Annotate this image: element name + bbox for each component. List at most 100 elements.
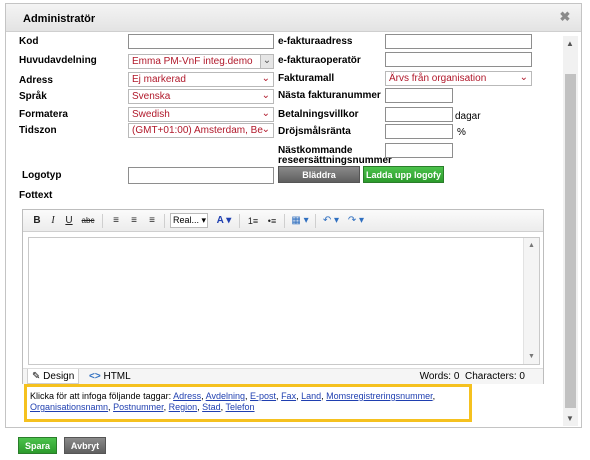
close-icon[interactable]: ✖: [558, 10, 572, 24]
cancel-button[interactable]: Avbryt: [64, 437, 106, 454]
timezone-select[interactable]: (GMT+01:00) Amsterdam, Be ⌄: [128, 123, 274, 138]
dialog-title: Administratör: [23, 13, 96, 25]
ordered-list-button[interactable]: 1≡: [245, 214, 261, 228]
bold-button[interactable]: B: [31, 214, 43, 228]
dialog-scrollbar[interactable]: ▲ ▼: [563, 36, 578, 426]
dialog-content: Kod Huvudavdelning Emma PM-VnF integ.dem…: [6, 33, 581, 428]
editor-mode-bar: ✎ Design <> HTML Words: 0 Characters: 0: [23, 368, 543, 384]
upload-logo-button[interactable]: Ladda upp logofy: [363, 166, 444, 183]
next-travel-number-input[interactable]: [385, 143, 453, 158]
scrollbar-thumb[interactable]: [565, 74, 576, 408]
tag-link-adress[interactable]: Adress: [173, 391, 201, 401]
format-select[interactable]: Swedish ⌄: [128, 107, 274, 122]
einvoice-address-input[interactable]: [385, 34, 532, 49]
browse-button[interactable]: Bläddra: [278, 166, 360, 183]
next-travel-number-label-line2: reseersättningsnummer: [278, 155, 392, 166]
tag-link-stad[interactable]: Stad: [202, 402, 221, 412]
main-department-select[interactable]: Emma PM-VnF integ.demo ⌄: [128, 54, 274, 69]
invoice-template-select[interactable]: Ärvs från organisation ⌄: [385, 71, 532, 86]
editor-toolbar: B I U abc ≡ ≡ ≡ Real... ▾ A ▾ 1≡ •≡ ▦ ▾ …: [23, 210, 543, 232]
undo-icon: ↶: [322, 215, 332, 226]
design-mode-tab[interactable]: ✎ Design: [27, 369, 80, 384]
word-count: Words: 0: [419, 371, 460, 382]
tag-link-telefon[interactable]: Telefon: [226, 402, 255, 412]
payment-terms-label: Betalningsvillkor: [278, 109, 359, 120]
payment-terms-input[interactable]: [385, 107, 453, 122]
scroll-up-icon[interactable]: ▲: [528, 242, 535, 249]
align-right-button[interactable]: ≡: [145, 214, 159, 228]
late-interest-label: Dröjsmålsränta: [278, 126, 351, 137]
html-mode-tab[interactable]: <> HTML: [89, 369, 131, 384]
code-input[interactable]: [128, 34, 274, 49]
address-value: Ej markerad: [132, 74, 186, 85]
invoice-template-value: Ärvs från organisation: [389, 73, 487, 84]
payment-terms-unit: dagar: [455, 111, 481, 122]
chevron-down-icon: ⌄: [261, 124, 270, 135]
italic-button[interactable]: I: [47, 214, 59, 228]
save-button[interactable]: Spara: [18, 437, 57, 454]
editor-counts: Words: 0 Characters: 0: [420, 369, 525, 384]
rich-text-editor: B I U abc ≡ ≡ ≡ Real... ▾ A ▾ 1≡ •≡ ▦ ▾ …: [22, 209, 544, 384]
tag-link-postnummer[interactable]: Postnummer: [113, 402, 164, 412]
tag-link-land[interactable]: Land: [301, 391, 321, 401]
strikethrough-button[interactable]: abc: [79, 214, 97, 228]
underline-button[interactable]: U: [63, 214, 75, 228]
redo-button[interactable]: ↷ ▾: [345, 214, 367, 228]
language-value: Svenska: [132, 91, 171, 102]
font-select-value: Real...: [173, 215, 200, 225]
tag-link-momsregistreringsnummer[interactable]: Momsregistreringsnummer: [326, 391, 433, 401]
chevron-down-icon: ⌄: [261, 73, 270, 84]
unordered-list-button[interactable]: •≡: [264, 214, 280, 228]
editor-content-area[interactable]: ▲ ▼: [28, 237, 540, 365]
align-center-button[interactable]: ≡: [127, 214, 141, 228]
font-select[interactable]: Real... ▾: [170, 213, 208, 228]
scroll-down-icon[interactable]: ▼: [528, 353, 535, 360]
character-count: Characters: 0: [464, 371, 525, 382]
insert-table-button[interactable]: ▦ ▾: [289, 214, 311, 228]
align-left-button[interactable]: ≡: [109, 214, 123, 228]
next-invoice-number-label: Nästa fakturanummer: [278, 90, 381, 101]
toolbar-separator: [239, 214, 240, 228]
font-color-button[interactable]: A ▾: [213, 214, 235, 228]
tag-link-region[interactable]: Region: [169, 402, 198, 412]
timezone-label: Tidszon: [19, 125, 57, 136]
font-color-icon: A: [216, 215, 224, 226]
toolbar-separator: [164, 214, 165, 228]
language-select[interactable]: Svenska ⌄: [128, 89, 274, 104]
chevron-down-icon: ⌄: [261, 90, 270, 101]
administrator-dialog: Administratör ✖ Kod Huvudavdelning Emma …: [5, 3, 582, 428]
next-invoice-number-input[interactable]: [385, 88, 453, 103]
redo-icon: ↷: [347, 215, 357, 226]
toolbar-separator: [102, 214, 103, 228]
toolbar-separator: [315, 214, 316, 228]
chevron-down-icon: ⌄: [519, 72, 528, 83]
footer-text-label: Fottext: [19, 190, 53, 201]
dialog-titlebar: Administratör ✖: [6, 4, 581, 32]
editor-scrollbar[interactable]: ▲ ▼: [523, 238, 539, 364]
language-label: Språk: [19, 91, 47, 102]
logo-file-input[interactable]: [128, 167, 274, 184]
einvoice-operator-input[interactable]: [385, 52, 532, 67]
tags-intro: Klicka för att infoga följande taggar:: [30, 391, 172, 401]
tag-link-avdelning[interactable]: Avdelning: [206, 391, 245, 401]
code-label: Kod: [19, 36, 39, 47]
tag-link-fax[interactable]: Fax: [281, 391, 296, 401]
logo-label: Logotyp: [22, 170, 62, 181]
scroll-up-icon[interactable]: ▲: [566, 39, 574, 48]
undo-button[interactable]: ↶ ▾: [320, 214, 342, 228]
invoice-template-label: Fakturamall: [278, 73, 335, 84]
address-select[interactable]: Ej markerad ⌄: [128, 72, 274, 87]
toolbar-separator: [284, 214, 285, 228]
tag-link-epost[interactable]: E-post: [250, 391, 276, 401]
format-value: Swedish: [132, 109, 170, 120]
einvoice-operator-label: e-fakturaoperatör: [278, 55, 361, 66]
timezone-value: (GMT+01:00) Amsterdam, Be: [132, 125, 263, 136]
late-interest-input[interactable]: [385, 124, 453, 139]
html-mode-label: HTML: [103, 371, 131, 382]
late-interest-unit: %: [457, 127, 466, 138]
format-label: Formatera: [19, 109, 68, 120]
tag-link-organisationsnamn[interactable]: Organisationsnamn: [30, 402, 108, 412]
chevron-down-icon: ⌄: [260, 55, 273, 68]
address-label: Adress: [19, 75, 53, 86]
scroll-down-icon[interactable]: ▼: [566, 414, 574, 423]
